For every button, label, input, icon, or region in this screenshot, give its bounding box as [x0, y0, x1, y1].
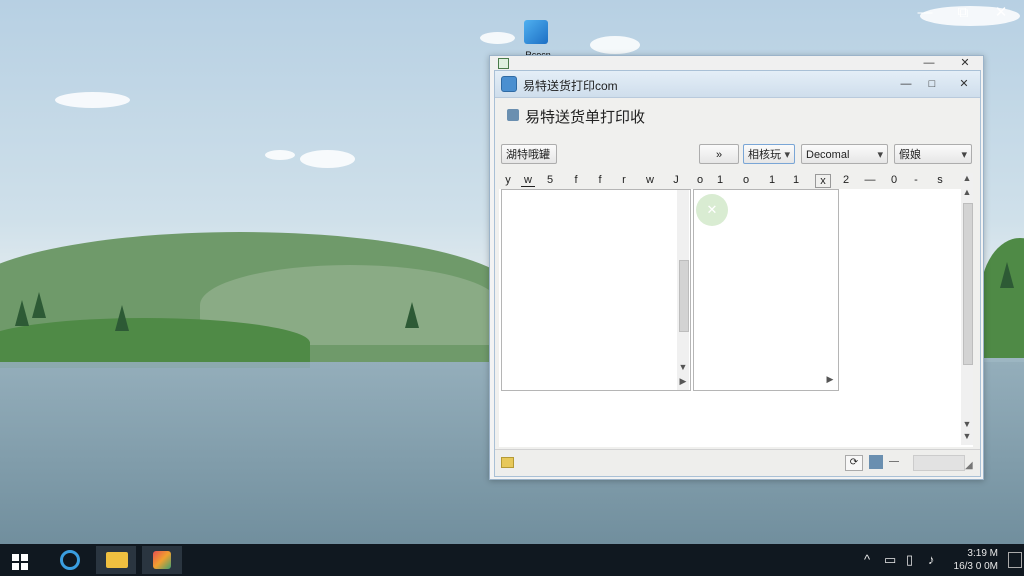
- select-3[interactable]: 假娘: [894, 144, 972, 165]
- column-header[interactable]: s: [933, 174, 947, 186]
- page-heading: 易特送货单打印收: [525, 109, 646, 126]
- hillside: [980, 238, 1024, 358]
- cloud: [265, 150, 295, 160]
- column-header[interactable]: o: [739, 174, 753, 186]
- cloud: [55, 92, 130, 108]
- divider: [889, 461, 899, 462]
- tree: [1000, 262, 1014, 288]
- cloud: [300, 150, 355, 168]
- taskbar: ^ ▭ ▯ ♪ 3:19 M 16/3 0 0M: [0, 544, 1024, 576]
- clock[interactable]: 3:19 M 16/3 0 0M: [952, 547, 998, 573]
- file-explorer-icon[interactable]: [96, 546, 136, 574]
- column-header[interactable]: x: [815, 174, 831, 188]
- clock-date: 16/3 0 0M: [953, 561, 998, 572]
- minimize-button[interactable]: —: [920, 56, 938, 70]
- clock-time: 3:19 M: [967, 548, 998, 559]
- app-cube-icon: [524, 20, 548, 44]
- app-logo-icon: [501, 76, 517, 92]
- scroll-thumb[interactable]: [679, 260, 689, 332]
- select-2[interactable]: Decomal: [801, 144, 888, 165]
- column-header[interactable]: w: [521, 174, 535, 187]
- app-maximize-button[interactable]: □: [923, 77, 941, 91]
- left-list-panel[interactable]: ▼ ▶: [501, 189, 691, 391]
- column-header[interactable]: —: [863, 174, 877, 186]
- column-header[interactable]: o: [693, 174, 707, 186]
- scroll-down-icon[interactable]: ▼: [961, 431, 973, 441]
- store-icon[interactable]: [142, 546, 182, 574]
- column-header[interactable]: 5: [543, 174, 557, 186]
- desktop-close-icon[interactable]: ✕: [990, 4, 1012, 22]
- scroll-down-icon[interactable]: ▼: [961, 419, 973, 429]
- tree: [32, 292, 46, 318]
- column-header[interactable]: 0: [887, 174, 901, 186]
- select-1[interactable]: 相核玩: [743, 144, 795, 165]
- column-header[interactable]: 1: [713, 174, 727, 186]
- outer-window: — ✕ 易特送货打印com — □ ✕ 易特送货单打印收 湖特哦罐 » 相核玩 …: [489, 55, 984, 480]
- column-header-row: y w 5 f f r w J o 1 o 1 1 x 2 — 0 - s: [499, 172, 969, 190]
- start-button[interactable]: [0, 546, 40, 574]
- tree: [405, 302, 419, 328]
- resize-grip-icon[interactable]: ◢: [965, 460, 973, 471]
- left-toolbar-button[interactable]: 湖特哦罐: [501, 144, 557, 164]
- preview-panel[interactable]: ✕ ▶: [693, 189, 839, 391]
- meadow: [0, 318, 310, 368]
- scroll-up-icon[interactable]: ▲: [961, 173, 973, 183]
- column-header[interactable]: J: [669, 174, 683, 186]
- zoom-slider[interactable]: [913, 455, 965, 471]
- column-header[interactable]: y: [501, 174, 515, 186]
- column-header[interactable]: -: [909, 174, 923, 186]
- cloud: [590, 36, 640, 54]
- app-title: 易特送货打印com: [523, 79, 618, 93]
- column-header[interactable]: f: [569, 174, 583, 186]
- app-close-button[interactable]: ✕: [955, 77, 973, 91]
- nav-forward-button[interactable]: »: [699, 144, 739, 164]
- status-indicator-icon: ✕: [696, 194, 728, 226]
- app-minimize-button[interactable]: —: [897, 77, 915, 91]
- refresh-icon[interactable]: ⟳: [845, 455, 863, 471]
- scroll-down-icon[interactable]: ▼: [677, 362, 689, 372]
- app-window: 易特送货打印com — □ ✕ 易特送货单打印收 湖特哦罐 » 相核玩 Deco…: [494, 70, 981, 477]
- tree: [15, 300, 29, 326]
- tree: [115, 305, 129, 331]
- cloud: [480, 32, 515, 44]
- column-header[interactable]: w: [643, 174, 657, 186]
- printer-icon: [507, 109, 519, 121]
- main-scrollbar[interactable]: ▲ ▲ ▼ ▼: [961, 173, 973, 445]
- volume-icon[interactable]: ♪: [928, 552, 935, 567]
- column-header[interactable]: 1: [765, 174, 779, 186]
- image-icon[interactable]: [869, 455, 883, 469]
- scroll-thumb[interactable]: [963, 203, 973, 365]
- notification-icon[interactable]: [1008, 552, 1022, 568]
- column-header[interactable]: f: [593, 174, 607, 186]
- column-header[interactable]: r: [617, 174, 631, 186]
- status-bar: ⟳ ◢: [495, 449, 980, 476]
- column-header[interactable]: 2: [839, 174, 853, 186]
- scroll-up-icon[interactable]: ▲: [961, 187, 973, 197]
- window-icon: [498, 58, 509, 69]
- scroll-right-icon[interactable]: ▶: [824, 374, 836, 385]
- column-header[interactable]: 1: [789, 174, 803, 186]
- scroll-right-icon[interactable]: ▶: [677, 376, 689, 387]
- folder-icon[interactable]: [501, 457, 514, 468]
- desktop-restore-icon[interactable]: ⧉: [952, 4, 974, 22]
- network-icon[interactable]: ▭: [884, 552, 896, 568]
- app-title-bar: 易特送货打印com — □ ✕: [495, 71, 980, 98]
- outer-title-bar: — ✕: [490, 56, 983, 70]
- edge-icon[interactable]: [50, 546, 90, 574]
- desktop-minimize-icon[interactable]: —: [914, 4, 936, 22]
- close-button[interactable]: ✕: [956, 56, 974, 70]
- chevron-up-icon[interactable]: ^: [864, 552, 870, 567]
- left-scrollbar[interactable]: ▼ ▶: [677, 190, 689, 390]
- battery-icon[interactable]: ▯: [906, 552, 913, 568]
